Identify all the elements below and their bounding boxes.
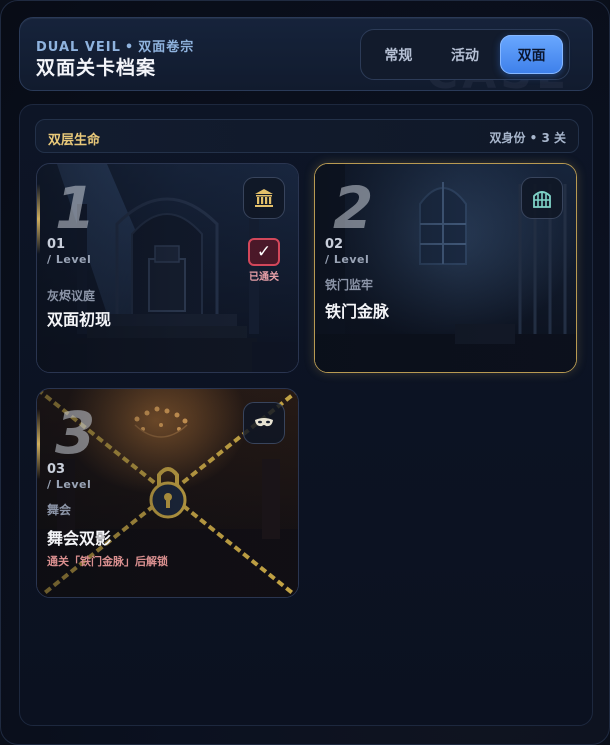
level-label: / Level (47, 253, 92, 266)
level-name: 双面初现 (47, 310, 112, 329)
card-accent-bar (37, 184, 40, 254)
level-big-number: 3 (55, 399, 96, 467)
mask-icon (243, 402, 285, 444)
cleared-check-icon: ✓ (248, 238, 280, 266)
courthouse-icon (243, 177, 285, 219)
app-frame: CASE DUAL VEIL•双面卷宗 双面关卡档案 常规 活动 双面 双层生命… (0, 0, 610, 745)
level-big-number: 1 (55, 174, 96, 242)
prison-gate-icon (521, 177, 563, 219)
level-card-3[interactable]: 3 03 / Level 舞会 舞会双影 通关「铁门金脉」后解锁 (36, 388, 299, 598)
level-label: / Level (47, 478, 92, 491)
level-number: 01 (47, 237, 66, 252)
section-panel: 双层生命 双身份 • 3 关 1 01 / Level 灰烬议庭 双面初现 ✓ … (19, 104, 593, 726)
tab-event[interactable]: 活动 (434, 35, 497, 74)
level-number: 03 (47, 462, 66, 477)
page-title: 双面关卡档案 (36, 57, 157, 79)
mode-tabs: 常规 活动 双面 (360, 29, 570, 80)
level-name: 舞会双影 (47, 529, 112, 548)
section-title: 双层生命 (48, 133, 101, 148)
section-meta: 双身份 • 3 关 (489, 131, 566, 145)
level-subtitle: 舞会 (47, 503, 72, 517)
level-big-number: 2 (333, 174, 374, 242)
card-accent-bar (37, 409, 40, 479)
tab-dual[interactable]: 双面 (500, 35, 564, 74)
level-number: 02 (325, 237, 344, 252)
level-label: / Level (325, 253, 370, 266)
cleared-label: 已通关 (249, 272, 279, 283)
level-name: 铁门金脉 (325, 302, 390, 321)
level-card-1[interactable]: 1 01 / Level 灰烬议庭 双面初现 ✓ 已通关 (36, 163, 299, 373)
level-subtitle: 铁门监牢 (325, 278, 374, 292)
tab-regular[interactable]: 常规 (367, 35, 430, 74)
level-card-2[interactable]: 2 02 / Level 铁门监牢 铁门金脉 (314, 163, 577, 373)
unlock-hint: 通关「铁门金脉」后解锁 (47, 555, 168, 568)
level-subtitle: 灰烬议庭 (47, 289, 96, 303)
header-panel: CASE DUAL VEIL•双面卷宗 双面关卡档案 常规 活动 双面 (19, 17, 593, 99)
section-bar: 双层生命 双身份 • 3 关 (35, 119, 579, 153)
